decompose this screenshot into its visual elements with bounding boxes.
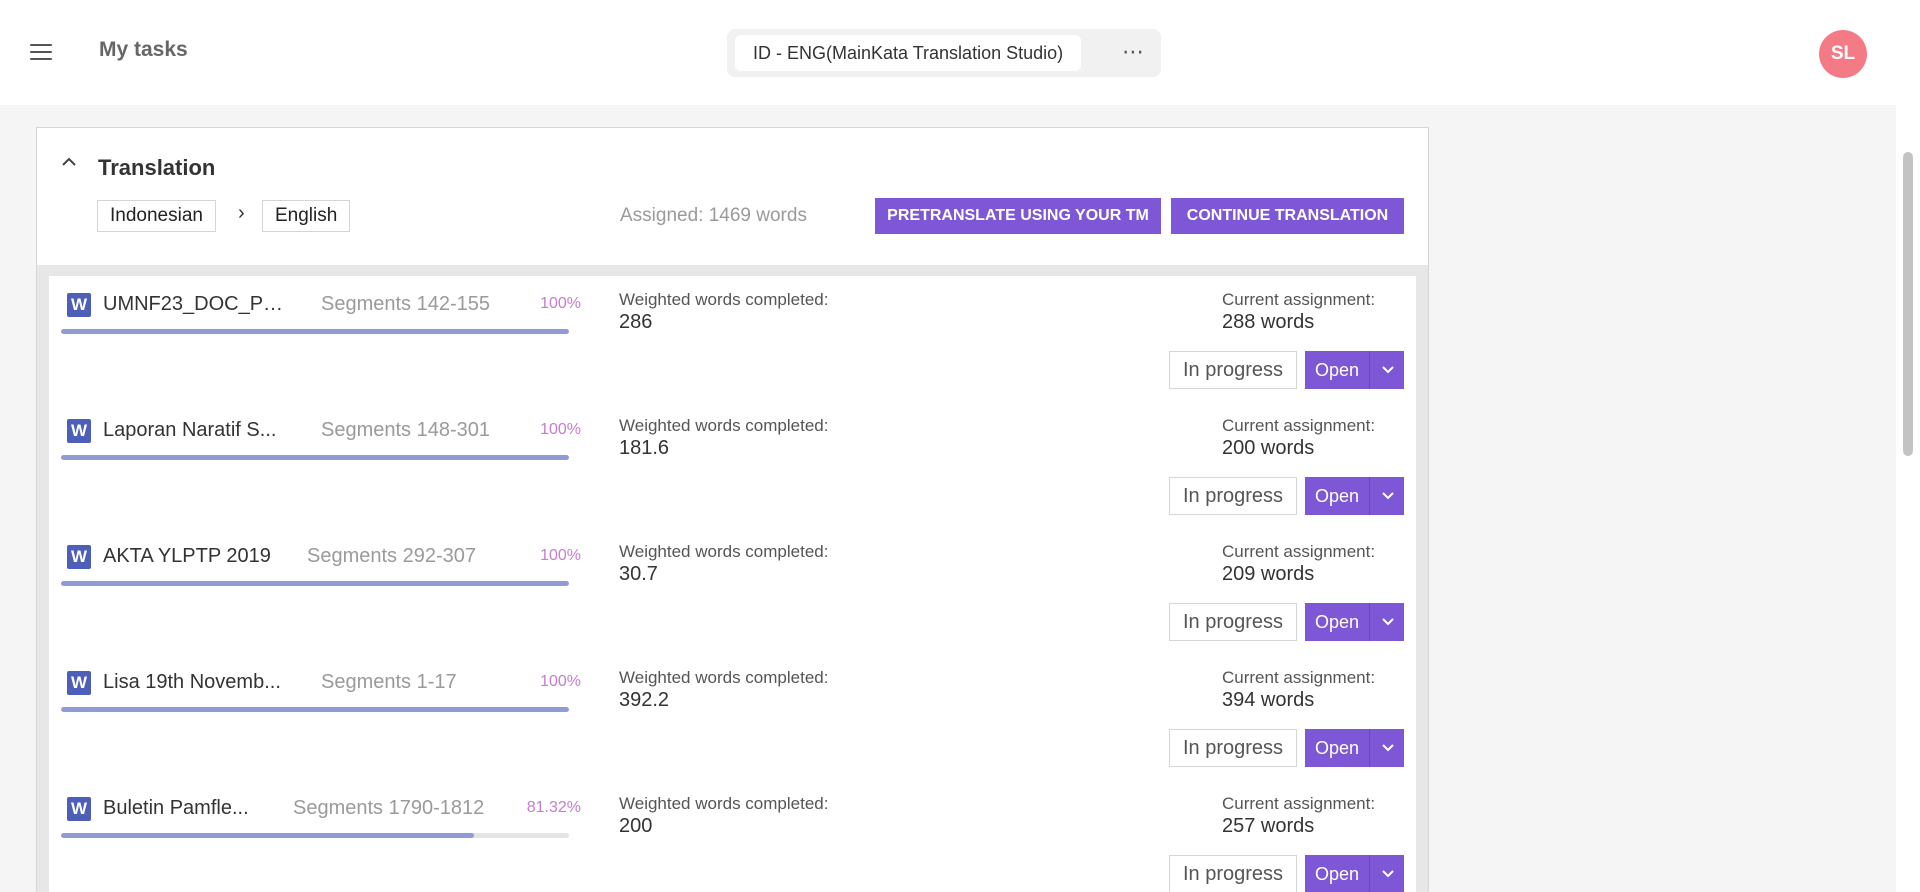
weighted-words-label: Weighted words completed: [619, 794, 829, 813]
current-assignment-label: Current assignment: [1222, 290, 1376, 309]
open-button[interactable]: Open [1305, 855, 1370, 892]
segments-range: Segments 148-301 [321, 419, 491, 441]
progress-bar-fill [61, 329, 569, 334]
current-assignment-value: 200 words [1222, 437, 1315, 459]
status-badge: In progress [1169, 477, 1297, 515]
progress-bar-fill [61, 707, 569, 712]
file-name[interactable]: UMNF23_DOC_PO... [103, 293, 293, 316]
current-assignment-value: 257 words [1222, 815, 1315, 837]
open-button[interactable]: Open [1305, 351, 1370, 389]
progress-bar-fill [61, 833, 475, 838]
status-badge: In progress [1169, 855, 1297, 892]
progress-bar [61, 581, 569, 586]
translation-card: Translation Indonesian › English Assigne… [36, 127, 1429, 892]
avatar[interactable]: SL [1819, 30, 1867, 78]
current-assignment-label: Current assignment: [1222, 542, 1376, 561]
menu-icon[interactable] [30, 44, 52, 62]
word-file-icon: W [67, 545, 91, 569]
word-file-icon: W [67, 419, 91, 443]
progress-bar [61, 833, 569, 838]
file-name[interactable]: Buletin Pamfle... [103, 797, 293, 820]
progress-bar-fill [61, 581, 569, 586]
task-row: W Laporan Naratif S... Segments 148-301 100… [49, 402, 1416, 528]
weighted-words-label: Weighted words completed: [619, 290, 829, 309]
chevron-down-icon[interactable] [1371, 855, 1404, 892]
word-file-icon: W [67, 797, 91, 821]
open-split-button: Open [1305, 603, 1404, 641]
chevron-down-icon[interactable] [1371, 729, 1404, 767]
task-row: W AKTA YLPTP 2019 Segments 292-307 100% Weig… [49, 528, 1416, 654]
project-name[interactable]: ID - ENG(MainKata Translation Studio) [735, 35, 1082, 71]
task-row: W Lisa 19th Novemb... Segments 1-17 100% Wei… [49, 654, 1416, 780]
status-badge: In progress [1169, 729, 1297, 767]
target-language: English [262, 200, 351, 232]
source-language: Indonesian [97, 200, 216, 232]
weighted-words-value: 286 [619, 311, 653, 333]
chevron-up-icon[interactable] [61, 154, 77, 170]
pretranslate-button[interactable]: PRETRANSLATE USING YOUR TM [875, 198, 1161, 234]
segments-range: Segments 1-17 [321, 671, 457, 693]
progress-bar [61, 707, 569, 712]
progress-percent: 100% [540, 421, 581, 438]
current-assignment-value: 209 words [1222, 563, 1315, 585]
file-name[interactable]: Lisa 19th Novemb... [103, 671, 293, 694]
weighted-words-value: 200 [619, 815, 653, 837]
status-badge: In progress [1169, 603, 1297, 641]
scrollbar[interactable] [1896, 0, 1920, 892]
current-assignment-value: 394 words [1222, 689, 1315, 711]
progress-bar [61, 455, 569, 460]
open-button[interactable]: Open [1305, 477, 1370, 515]
assigned-words: Assigned: 1469 words [620, 205, 807, 226]
chevron-right-icon: › [238, 202, 245, 224]
page-title: My tasks [99, 38, 188, 61]
open-button[interactable]: Open [1305, 729, 1370, 767]
top-bar: My tasks ID - ENG(MainKata Translation S… [0, 0, 1896, 105]
scrollbar-thumb[interactable] [1903, 152, 1913, 456]
current-assignment-value: 288 words [1222, 311, 1315, 333]
open-button[interactable]: Open [1305, 603, 1370, 641]
card-header: Translation Indonesian › English Assigne… [37, 128, 1428, 265]
chevron-down-icon[interactable] [1371, 477, 1404, 515]
word-file-icon: W [67, 671, 91, 695]
open-split-button: Open [1305, 855, 1404, 892]
progress-percent: 100% [540, 673, 581, 690]
weighted-words-value: 30.7 [619, 563, 658, 585]
weighted-words-label: Weighted words completed: [619, 416, 829, 435]
chevron-down-icon[interactable] [1371, 351, 1404, 389]
current-assignment-label: Current assignment: [1222, 794, 1376, 813]
weighted-words-value: 181.6 [619, 437, 670, 459]
card-title: Translation [98, 155, 216, 180]
progress-percent: 100% [540, 295, 581, 312]
segments-range: Segments 1790-1812 [293, 797, 485, 819]
segments-range: Segments 142-155 [321, 293, 491, 315]
more-horizontal-icon[interactable]: ⋯ [1122, 41, 1145, 63]
weighted-words-label: Weighted words completed: [619, 542, 829, 561]
task-row: W UMNF23_DOC_PO... Segments 142-155 100% Wei… [49, 276, 1416, 402]
task-list: W UMNF23_DOC_PO... Segments 142-155 100% Wei… [49, 276, 1416, 892]
project-selector: ID - ENG(MainKata Translation Studio) ⋯ [727, 29, 1161, 77]
word-file-icon: W [67, 293, 91, 317]
open-split-button: Open [1305, 477, 1404, 515]
chevron-down-icon[interactable] [1371, 603, 1404, 641]
progress-bar [61, 329, 569, 334]
current-assignment-label: Current assignment: [1222, 416, 1376, 435]
open-split-button: Open [1305, 729, 1404, 767]
progress-bar-fill [61, 455, 569, 460]
weighted-words-value: 392.2 [619, 689, 670, 711]
file-name[interactable]: Laporan Naratif S... [103, 419, 293, 442]
status-badge: In progress [1169, 351, 1297, 389]
progress-percent: 100% [540, 547, 581, 564]
weighted-words-label: Weighted words completed: [619, 668, 829, 687]
file-name[interactable]: AKTA YLPTP 2019 [103, 545, 293, 568]
progress-percent: 81.32% [526, 799, 581, 816]
open-split-button: Open [1305, 351, 1404, 389]
task-row: W Buletin Pamfle... Segments 1790-1812 81.3… [49, 780, 1416, 892]
segments-range: Segments 292-307 [307, 545, 477, 567]
continue-translation-button[interactable]: CONTINUE TRANSLATION [1171, 198, 1404, 234]
current-assignment-label: Current assignment: [1222, 668, 1376, 687]
